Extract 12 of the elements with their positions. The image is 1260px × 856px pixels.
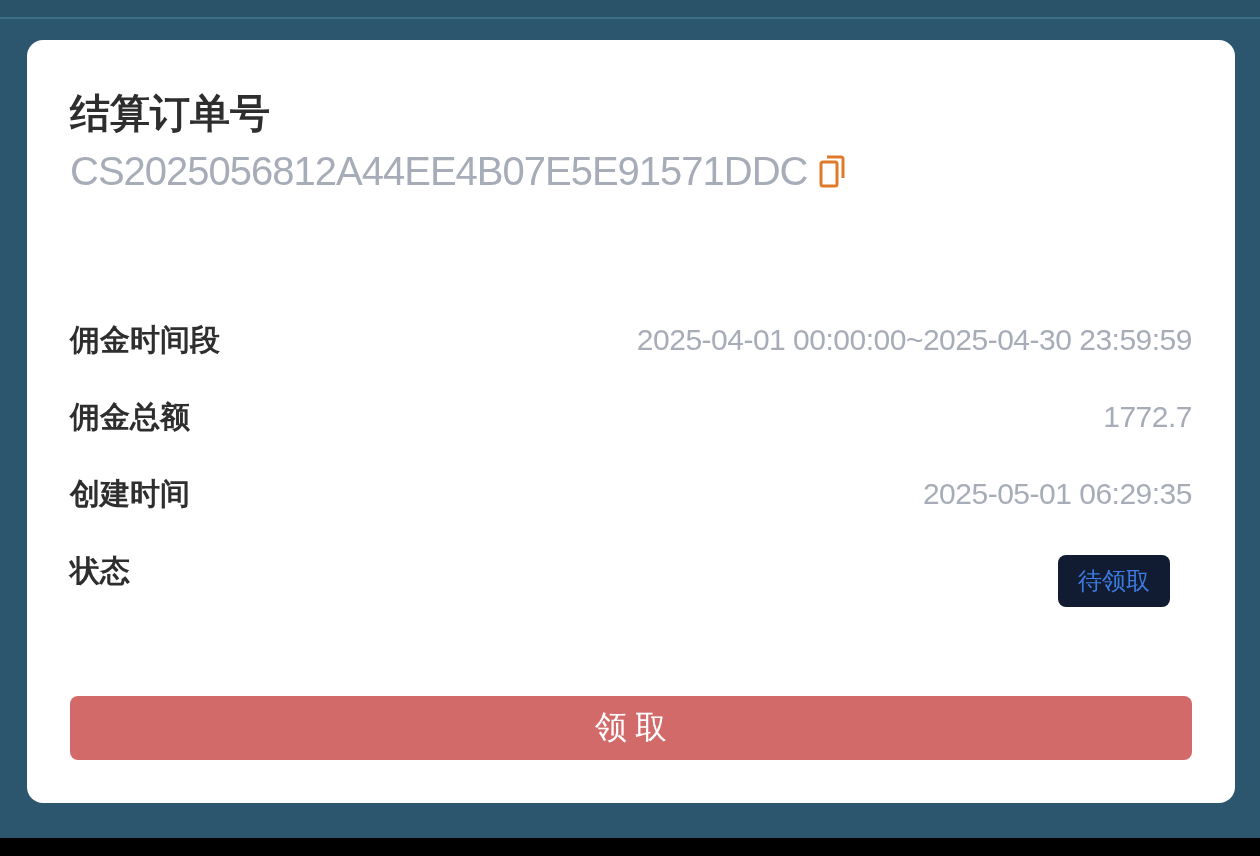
detail-label: 佣金总额 [70,398,190,435]
detail-value: 1772.7 [1103,400,1192,434]
status-badge: 待领取 [1058,555,1170,607]
detail-value: 2025-04-01 00:00:00~2025-04-30 23:59:59 [636,323,1192,357]
detail-label: 状态 [70,552,130,589]
detail-label: 佣金时间段 [70,321,220,358]
order-title: 结算订单号 [70,90,271,137]
detail-value: 2025-05-01 06:29:35 [922,477,1192,511]
detail-label: 创建时间 [70,475,190,512]
copy-icon[interactable] [819,154,846,188]
claim-button[interactable]: 领 取 [70,696,1192,760]
order-number: CS2025056812A44EE4B07E5E91571DDC [70,148,808,195]
